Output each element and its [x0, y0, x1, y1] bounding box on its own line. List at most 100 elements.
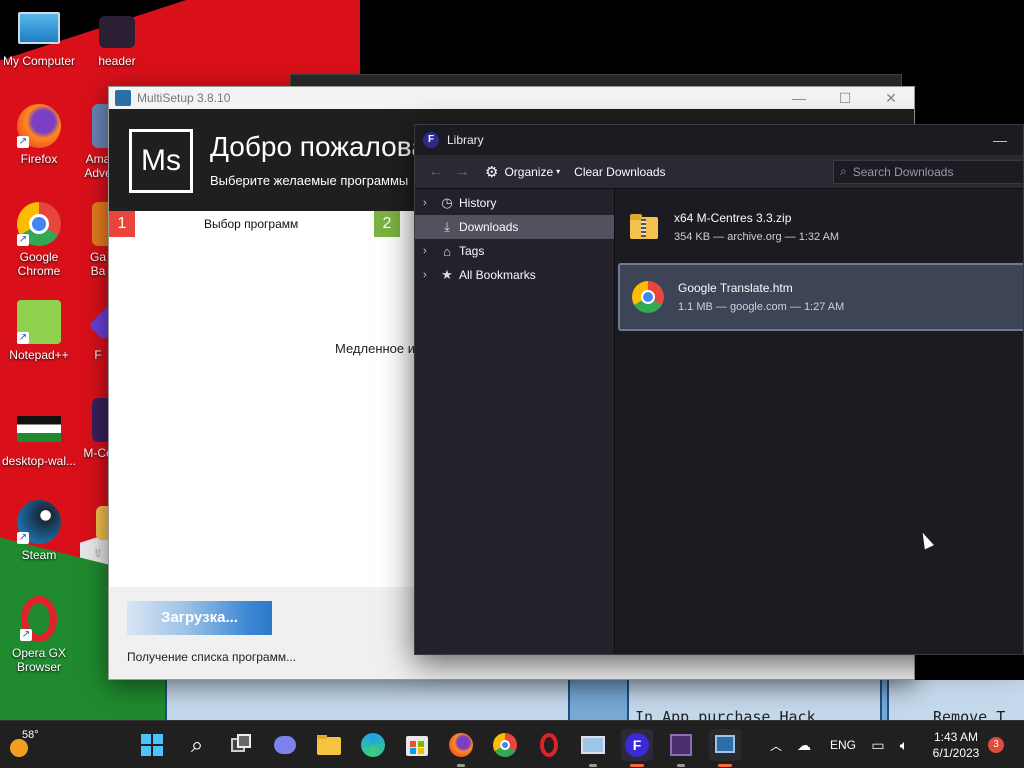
onedrive-icon[interactable]: ☁ [786, 737, 822, 754]
multisetup-titlebar[interactable]: MultiSetup 3.8.10 — ☐ ✕ [109, 87, 914, 109]
clock-date: 6/1/2023 [932, 746, 980, 760]
desktop-icon-notepadpp[interactable]: ↗ Notepad++ [0, 300, 78, 362]
weather-temperature: 58° [22, 729, 39, 741]
desktop-icon-label: Firefox [20, 152, 58, 166]
library-titlebar[interactable]: F Library — [415, 125, 1023, 155]
minimize-button[interactable]: — [776, 90, 822, 107]
desktop-icon-wallpaper-file[interactable]: desktop-wal... [0, 404, 78, 468]
desktop-icon-label: Ga Ba [89, 250, 106, 278]
desktop-icon-header[interactable]: header [78, 8, 156, 68]
notification-badge[interactable]: 3 [988, 737, 1004, 753]
minimize-button[interactable]: — [977, 132, 1023, 148]
download-item-selected[interactable]: Google Translate.htm 1.1 MB — google.com… [618, 263, 1023, 331]
status-text: Получение списка программ... [127, 650, 297, 664]
wallpaper-text-1: In App purchase Hack [635, 708, 816, 720]
weather-widget[interactable]: 58° [8, 727, 52, 763]
desktop-icon-label: My Computer [2, 54, 76, 68]
multisetup-icon[interactable] [709, 729, 741, 767]
forward-arrow-icon[interactable]: → [449, 163, 475, 181]
downloads-list: x64 M-Centres 3.3.zip 354 KB — archive.o… [616, 189, 1023, 654]
desktop-icon-my-computer[interactable]: My Computer [0, 8, 78, 68]
volume-icon[interactable]: 🔈︎ [892, 737, 916, 754]
language-indicator[interactable]: ENG [822, 738, 864, 752]
desktop-icon-label: Notepad++ [9, 348, 69, 362]
close-button[interactable]: ✕ [868, 90, 914, 107]
chrome-icon[interactable] [489, 729, 521, 761]
chevron-right-icon: › [423, 269, 427, 281]
download-filename: Google Translate.htm [678, 281, 793, 295]
image-file-icon [17, 416, 61, 442]
desktop-icon-firefox[interactable]: ↗ Firefox [0, 104, 78, 166]
download-meta: 1.1 MB — google.com — 1:27 AM [678, 301, 845, 313]
sidebar-item-tags[interactable]: › ⌂ Tags [415, 239, 614, 263]
organize-menu-button[interactable]: ⚙ Organize ▾ [485, 163, 560, 181]
system-tray: ︿ ☁ ENG ▭ 🔈︎ [766, 721, 916, 768]
search-icon[interactable]: ⌕ [181, 729, 213, 761]
gear-icon: ⚙ [485, 163, 499, 181]
photos-icon[interactable] [577, 729, 609, 767]
chevron-right-icon: › [423, 245, 427, 257]
chrome-icon [632, 281, 664, 313]
organize-label: Organize [504, 164, 554, 179]
desktop-icon-chrome[interactable]: ↗ Google Chrome [0, 202, 78, 278]
desktop-icon-label: Steam [21, 548, 57, 562]
chevron-right-icon: › [423, 197, 427, 209]
firefox-nightly-icon[interactable]: F [621, 729, 653, 767]
file-explorer-icon[interactable] [313, 729, 345, 761]
step-1-label: Выбор программ [204, 217, 299, 231]
library-title: Library [447, 133, 484, 147]
multisetup-title: MultiSetup 3.8.10 [137, 91, 231, 105]
chrome-icon: ↗ [17, 202, 61, 246]
firefox-nightly-icon: F [423, 132, 439, 148]
chevron-up-icon[interactable]: ︿ [766, 737, 786, 754]
multisetup-app-icon [115, 90, 131, 106]
download-meta: 354 KB — archive.org — 1:32 AM [674, 231, 840, 243]
network-icon[interactable]: ▭ [864, 737, 892, 754]
tag-icon: ⌂ [443, 243, 451, 259]
step-2-number: 2 [374, 211, 400, 237]
task-view-icon[interactable] [225, 729, 257, 761]
m-centres-icon[interactable] [665, 729, 697, 767]
weather-sun-icon [10, 739, 28, 757]
library-toolbar: ← → ⚙ Organize ▾ Clear Downloads ⌕ Searc… [415, 155, 1023, 189]
desktop-icon-label: Opera GX Browser [11, 646, 67, 674]
download-icon: ⤓ [444, 219, 450, 234]
shortcut-arrow-icon: ↗ [17, 234, 29, 246]
opera-gx-icon: ↗ [20, 596, 57, 642]
maximize-button[interactable]: ☐ [822, 90, 868, 107]
download-item[interactable]: x64 M-Centres 3.3.zip 354 KB — archive.o… [616, 193, 1023, 261]
loading-button[interactable]: Загрузка... [127, 601, 272, 635]
desktop-icon-opera-gx[interactable]: ↗ Opera GX Browser [0, 596, 78, 674]
image-file-icon [99, 16, 135, 48]
library-window: F Library — ← → ⚙ Organize ▾ Clear Downl… [414, 124, 1024, 655]
sidebar-item-history[interactable]: › ◷ History [415, 191, 614, 215]
desktop-icon-steam[interactable]: ↗ Steam [0, 500, 78, 562]
sidebar-item-all-bookmarks[interactable]: › ★ All Bookmarks [415, 263, 614, 287]
desktop-icon-label: F [94, 348, 102, 362]
search-downloads-input[interactable]: ⌕ Search Downloads [833, 159, 1023, 184]
back-arrow-icon[interactable]: ← [423, 163, 449, 181]
desktop-icon-label: Google Chrome [17, 250, 61, 278]
sidebar-item-downloads[interactable]: ⤓ Downloads [415, 215, 614, 239]
notepadpp-icon: ↗ [17, 300, 61, 344]
sidebar-item-label: All Bookmarks [459, 268, 536, 282]
firefox-icon: ↗ [17, 104, 61, 148]
opera-gx-icon[interactable] [533, 729, 565, 761]
desktop-icon-label: header [98, 54, 136, 68]
edge-icon[interactable] [357, 729, 389, 761]
steam-icon: ↗ [17, 500, 61, 544]
clear-downloads-button[interactable]: Clear Downloads [574, 165, 665, 179]
loading-message: Медленное и [335, 341, 416, 356]
search-placeholder: Search Downloads [852, 164, 954, 179]
zip-folder-icon [628, 211, 660, 243]
step-1-number: 1 [109, 211, 135, 237]
clock-time: 1:43 AM [933, 730, 979, 744]
shortcut-arrow-icon: ↗ [17, 532, 29, 544]
clock[interactable]: 1:43 AM 6/1/2023 [922, 729, 990, 761]
shortcut-arrow-icon: ↗ [20, 629, 32, 641]
store-icon[interactable] [401, 729, 433, 761]
start-button[interactable] [136, 729, 168, 761]
multisetup-logo: Ms [129, 129, 193, 193]
teams-chat-icon[interactable] [269, 729, 301, 761]
firefox-icon[interactable] [445, 729, 477, 767]
